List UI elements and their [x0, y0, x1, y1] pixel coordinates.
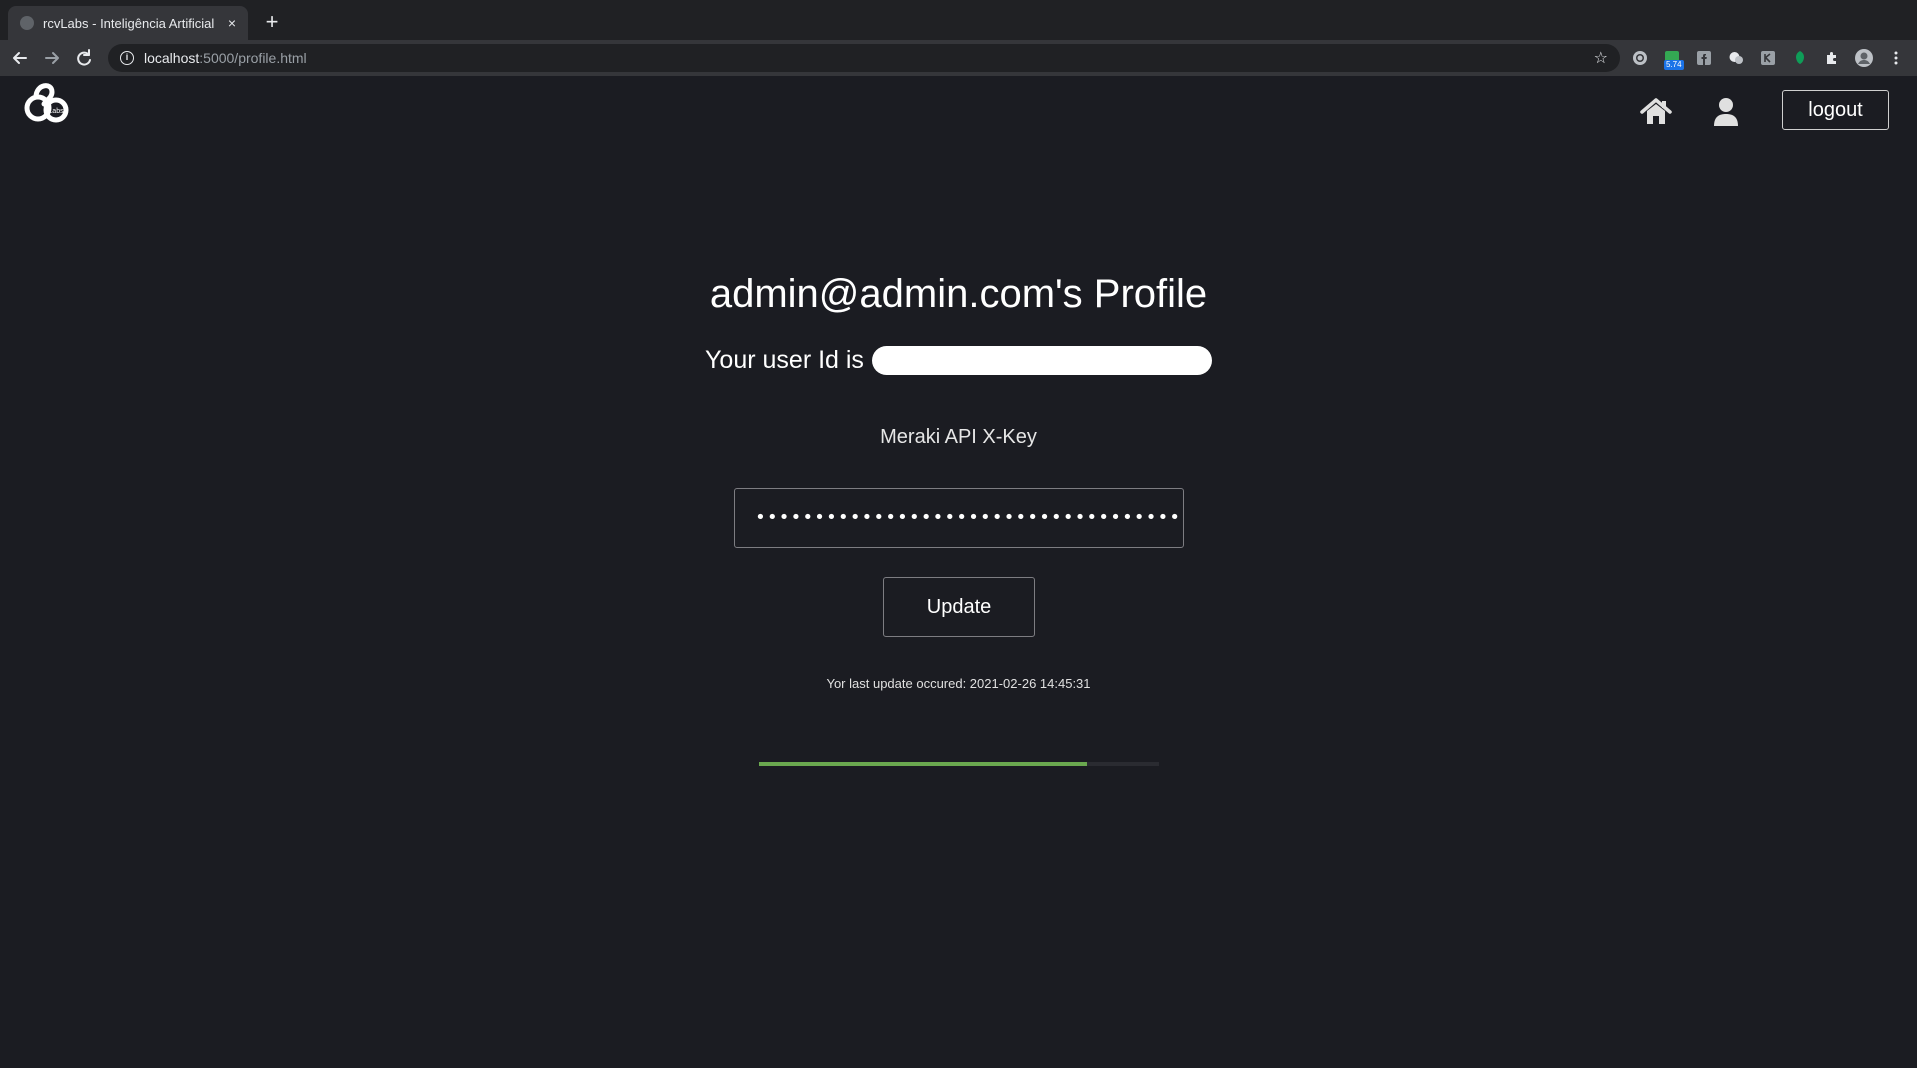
home-icon — [1640, 98, 1672, 124]
reload-button[interactable] — [70, 44, 98, 72]
progress-bar — [759, 762, 1159, 766]
browser-tabstrip: rcvLabs - Inteligência Artificial × + — [0, 0, 1917, 40]
bookmark-star-icon[interactable]: ☆ — [1594, 48, 1608, 68]
extension-leaf-icon[interactable] — [1790, 48, 1810, 68]
address-bar[interactable]: i localhost:5000/profile.html ☆ — [108, 44, 1620, 72]
profile-avatar-icon[interactable] — [1854, 48, 1874, 68]
progress-bar-fill — [759, 762, 1087, 766]
new-tab-button[interactable]: + — [258, 8, 286, 36]
tab-favicon-icon — [20, 16, 34, 30]
tab-title: rcvLabs - Inteligência Artificial — [43, 15, 215, 31]
forward-button[interactable] — [38, 44, 66, 72]
back-arrow-icon — [13, 52, 27, 64]
rcvlabs-logo[interactable]: Labs — [22, 78, 78, 126]
profile-link[interactable] — [1708, 94, 1744, 130]
browser-toolbar: i localhost:5000/profile.html ☆ 5.74 — [0, 40, 1917, 76]
reload-icon — [77, 49, 91, 66]
browser-menu-icon[interactable] — [1886, 48, 1906, 68]
site-info-icon[interactable]: i — [120, 51, 134, 65]
extension-badge: 5.74 — [1664, 60, 1684, 70]
logo-icon: Labs — [24, 83, 69, 123]
logo-text: Labs — [48, 108, 64, 115]
user-id-redacted — [871, 346, 1212, 375]
url-path: :5000/profile.html — [199, 50, 307, 66]
url-text: localhost:5000/profile.html — [144, 50, 307, 66]
api-key-label: Meraki API X-Key — [880, 426, 1037, 448]
page-title: admin@admin.com's Profile — [709, 272, 1208, 316]
extension-k-icon[interactable] — [1758, 48, 1778, 68]
user-id-row: Your user Id is — [0, 346, 1917, 375]
home-link[interactable] — [1638, 94, 1674, 130]
browser-tab[interactable]: rcvLabs - Inteligência Artificial × — [8, 6, 248, 40]
extensions-puzzle-icon[interactable] — [1822, 48, 1842, 68]
api-key-input[interactable]: ••••••••••••••••••••••••••••••••••••••••… — [734, 488, 1184, 548]
back-button[interactable] — [6, 44, 34, 72]
forward-arrow-icon — [45, 52, 59, 64]
logout-button[interactable]: logout — [1782, 90, 1889, 130]
user-icon — [1714, 98, 1738, 126]
extension-green-icon[interactable]: 5.74 — [1662, 48, 1684, 70]
extension-facebook-icon[interactable] — [1694, 48, 1714, 68]
extension-record-icon[interactable] — [1630, 48, 1650, 68]
extension-chat-icon[interactable] — [1726, 48, 1746, 68]
page-body: Labs logout admin@admin.com's Profile Yo… — [0, 76, 1917, 1068]
tab-close-icon[interactable]: × — [228, 15, 236, 31]
update-button[interactable]: Update — [883, 577, 1035, 637]
last-update-text: Yor last update occured: 2021-02-26 14:4… — [826, 676, 1091, 691]
user-id-label: Your user Id is — [705, 346, 864, 374]
url-host: localhost — [144, 50, 200, 66]
